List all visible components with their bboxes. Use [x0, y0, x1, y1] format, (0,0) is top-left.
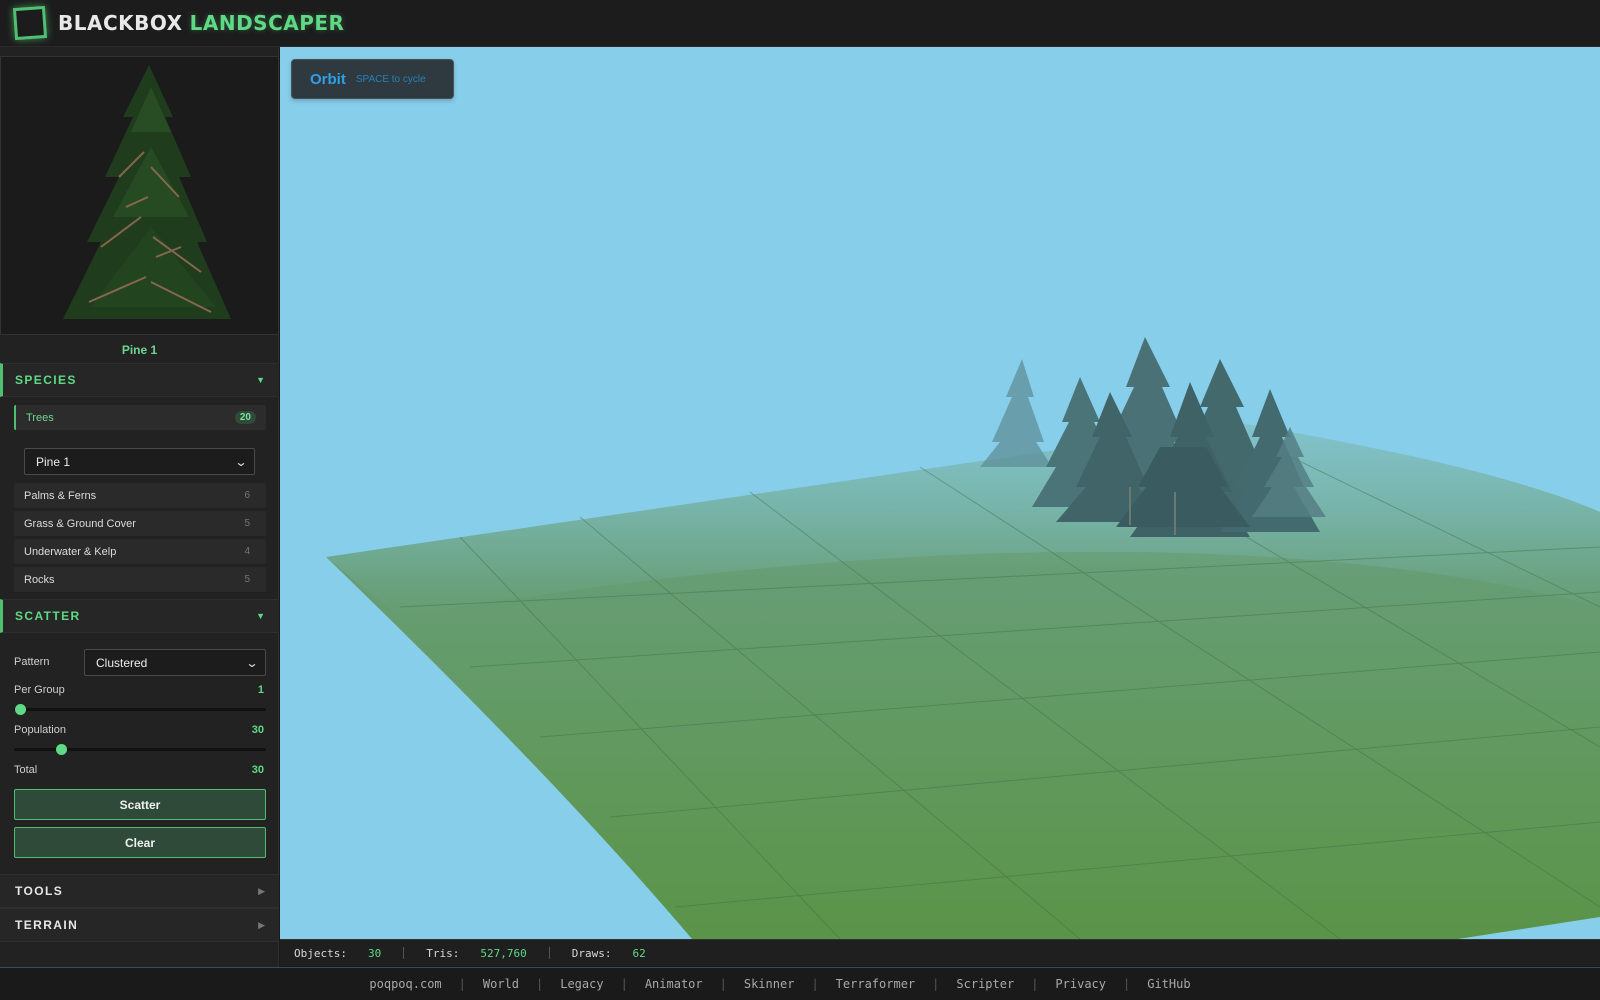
- terrain-section-header[interactable]: TERRAIN ▶: [0, 908, 279, 942]
- category-grass-ground-cover[interactable]: Grass & Ground Cover 5: [14, 511, 266, 536]
- slider-thumb[interactable]: [15, 704, 26, 715]
- camera-mode-indicator[interactable]: Orbit SPACE to cycle: [291, 59, 454, 99]
- camera-mode-hint: SPACE to cycle: [355, 73, 426, 85]
- stat-value: 527,760: [480, 946, 527, 960]
- category-label: Rocks: [24, 573, 55, 586]
- chevron-down-icon: ⌄: [234, 454, 248, 469]
- tools-section-title: TOOLS: [15, 884, 64, 898]
- species-preview: [0, 56, 279, 335]
- pattern-select[interactable]: Clustered ⌄: [84, 649, 266, 676]
- pattern-select-value: Clustered: [96, 655, 148, 670]
- camera-mode-name: Orbit: [310, 70, 346, 88]
- footer-link-privacy[interactable]: Privacy: [1055, 977, 1106, 991]
- footer-link-legacy[interactable]: Legacy: [560, 977, 603, 991]
- logo-icon: [12, 5, 48, 41]
- footer-separator: |: [811, 977, 819, 991]
- chevron-down-icon: ▼: [256, 611, 265, 621]
- category-label: Trees: [26, 411, 54, 424]
- footer-separator: |: [1123, 977, 1131, 991]
- preview-species-name: Pine 1: [121, 343, 158, 357]
- stat-objects: Objects: 30: [294, 947, 381, 960]
- footer-link-world[interactable]: World: [483, 977, 519, 991]
- terrain-scene[interactable]: [280, 47, 1600, 939]
- per-group-label: Per Group: [14, 684, 65, 696]
- pine-tree-preview-image: [1, 57, 278, 334]
- pattern-label: Pattern: [14, 656, 50, 668]
- 3d-viewport[interactable]: Orbit SPACE to cycle: [280, 47, 1600, 939]
- chevron-down-icon: ⌄: [245, 655, 259, 670]
- total-label: Total: [14, 764, 38, 776]
- brand-subtitle: LANDSCAPER: [189, 11, 345, 35]
- footer-separator: |: [719, 977, 727, 991]
- footer-separator: |: [932, 977, 940, 991]
- sidebar: Pine 1 SPECIES ▼ Trees 20 Pine 1 ⌄ Palms…: [0, 47, 279, 967]
- per-group-value: 1: [257, 684, 264, 696]
- stat-value: 62: [632, 946, 646, 960]
- category-label: Grass & Ground Cover: [24, 517, 136, 530]
- footer-link-scripter[interactable]: Scripter: [956, 977, 1014, 991]
- chevron-down-icon: ▼: [256, 375, 265, 385]
- species-section-header[interactable]: SPECIES ▼: [0, 363, 279, 397]
- scatter-section-header[interactable]: SCATTER ▼: [0, 599, 279, 633]
- total-value: 30: [251, 764, 264, 776]
- scatter-section-title: SCATTER: [15, 609, 81, 623]
- species-select[interactable]: Pine 1 ⌄: [24, 448, 255, 475]
- footer-link-github[interactable]: GitHub: [1147, 977, 1190, 991]
- slider-thumb[interactable]: [55, 744, 67, 755]
- species-select-value: Pine 1: [36, 454, 71, 469]
- population-label: Population: [14, 724, 66, 736]
- footer-nav: poqpoq.com | World | Legacy | Animator |…: [0, 967, 1600, 1000]
- category-count: 5: [244, 518, 250, 529]
- category-palms-ferns[interactable]: Palms & Ferns 6: [14, 483, 266, 508]
- category-count: 5: [244, 574, 250, 585]
- stat-value: 30: [367, 946, 382, 960]
- population-slider[interactable]: [14, 744, 266, 755]
- divider: [548, 947, 550, 959]
- category-count: 4: [244, 546, 250, 557]
- tools-section-header[interactable]: TOOLS ▶: [0, 874, 279, 908]
- brand-title: BLACKBOX: [58, 11, 183, 35]
- category-label: Underwater & Kelp: [24, 545, 117, 558]
- category-trees[interactable]: Trees 20: [14, 405, 266, 430]
- stat-tris: Tris: 527,760: [426, 947, 526, 960]
- per-group-slider[interactable]: [14, 704, 266, 715]
- clear-button[interactable]: Clear: [14, 827, 266, 858]
- app-header: BLACKBOX LANDSCAPER: [0, 0, 1600, 47]
- footer-separator: |: [458, 977, 466, 991]
- species-section-title: SPECIES: [15, 373, 77, 387]
- footer-link-skinner[interactable]: Skinner: [744, 977, 795, 991]
- footer-separator: |: [620, 977, 628, 991]
- scatter-button[interactable]: Scatter: [14, 789, 266, 820]
- chevron-right-icon: ▶: [258, 885, 265, 896]
- category-count: 6: [244, 490, 250, 501]
- footer-link-terraformer[interactable]: Terraformer: [836, 977, 915, 991]
- population-value: 30: [251, 724, 264, 736]
- divider: [403, 947, 405, 959]
- stat-label: Objects:: [294, 946, 347, 960]
- category-underwater-kelp[interactable]: Underwater & Kelp 4: [14, 539, 266, 564]
- footer-separator: |: [1031, 977, 1039, 991]
- stat-draws: Draws: 62: [572, 947, 646, 960]
- stat-label: Draws:: [571, 946, 612, 960]
- stats-bar: Objects: 30 Tris: 527,760 Draws: 62: [280, 939, 1600, 966]
- footer-link-animator[interactable]: Animator: [645, 977, 703, 991]
- category-label: Palms & Ferns: [24, 489, 97, 502]
- terrain-section-title: TERRAIN: [15, 918, 79, 932]
- category-count-badge: 20: [234, 411, 256, 424]
- category-rocks[interactable]: Rocks 5: [14, 567, 266, 592]
- stat-label: Tris:: [426, 946, 460, 960]
- footer-separator: |: [536, 977, 544, 991]
- footer-link-poqpoq[interactable]: poqpoq.com: [369, 977, 441, 991]
- chevron-right-icon: ▶: [258, 919, 265, 930]
